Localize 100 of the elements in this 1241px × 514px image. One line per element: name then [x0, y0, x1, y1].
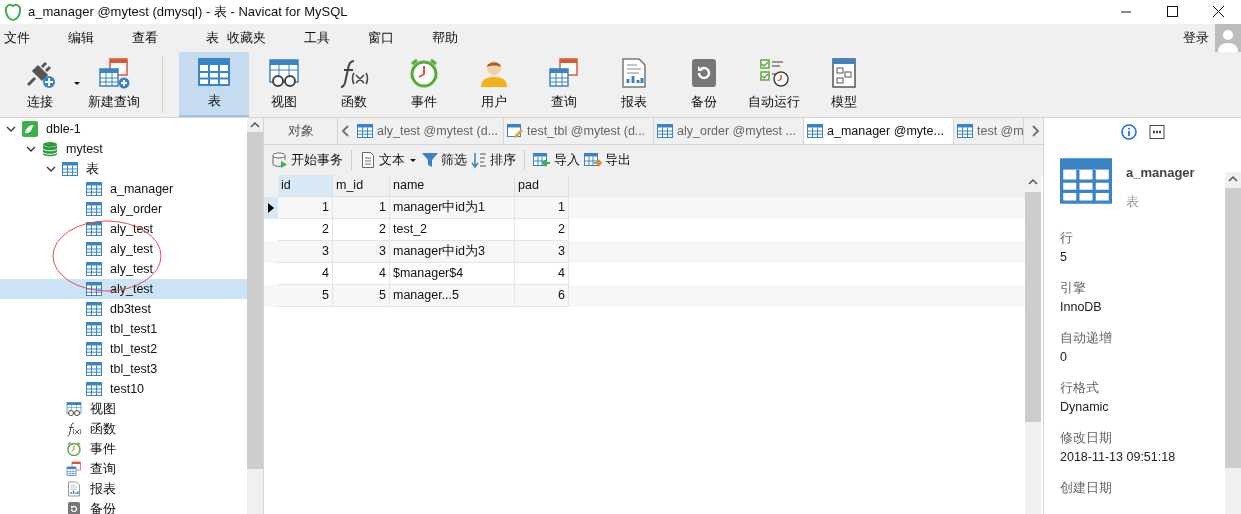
table-export-icon [584, 152, 602, 168]
scrollbar-thumb[interactable] [1025, 192, 1041, 422]
window-title: a_manager @mytest (dmysql) - 表 - Navicat for MySQL [28, 3, 348, 22]
table-icon [86, 341, 102, 357]
current-row-icon [268, 203, 274, 213]
tree-item[interactable]: tbl_test3 [0, 359, 247, 379]
tree-item[interactable]: aly_test [0, 259, 247, 279]
tree-item[interactable]: aly_test [0, 219, 247, 239]
property-label: 自动递增 [1060, 329, 1113, 348]
tree-item[interactable]: 报表 [0, 479, 247, 499]
tree-item[interactable]: mytest [0, 139, 247, 159]
alarm-clock-icon [66, 441, 82, 457]
tree-item[interactable]: test10 [0, 379, 247, 399]
database-play-icon [272, 152, 288, 168]
query-icon [98, 57, 130, 90]
document-icon [360, 152, 376, 168]
property-label: 创建日期 [1060, 479, 1113, 498]
tree-item[interactable]: aly_test [0, 279, 247, 299]
table-cell: manager...5 [390, 285, 515, 307]
tree-item[interactable]: aly_order [0, 199, 247, 219]
toolbar-button[interactable]: 用户 [459, 52, 529, 117]
property-value: 5 [1060, 249, 1068, 267]
tree-item[interactable]: 视图 [0, 399, 247, 419]
table-icon [957, 123, 973, 139]
report-icon [66, 481, 82, 497]
toolbar-button[interactable]: 报表 [599, 52, 669, 117]
document-tab[interactable]: test @m [954, 118, 1024, 144]
action-button[interactable]: 导出 [582, 150, 633, 170]
toolbar-button[interactable]: 事件 [389, 52, 459, 117]
menu-item[interactable]: 表 [202, 28, 223, 48]
action-button[interactable]: 排序 [469, 150, 518, 170]
info-icon[interactable] [1120, 123, 1137, 140]
property-label: 引擎 [1060, 279, 1087, 298]
menu-item[interactable]: 帮助 [428, 28, 462, 48]
tree-item[interactable]: 查询 [0, 459, 247, 479]
toolbar-button[interactable]: 视图 [249, 52, 319, 117]
table-icon [86, 361, 102, 377]
tree-item[interactable]: tbl_test1 [0, 319, 247, 339]
tree-item[interactable]: 函数 [0, 419, 247, 439]
menu-item[interactable]: 窗口 [364, 28, 398, 48]
menu-item[interactable]: 工具 [300, 28, 334, 48]
table-icon [86, 301, 102, 317]
query-icon [66, 461, 82, 477]
connection-icon [22, 121, 38, 137]
table-icon [86, 181, 102, 197]
table-icon [86, 261, 102, 277]
toolbar-button[interactable]: 备份 [669, 52, 739, 117]
menu-item[interactable]: 查看 [128, 28, 162, 48]
table-import-icon [533, 152, 551, 168]
action-button[interactable]: 开始事务 [270, 150, 345, 170]
row-indicator[interactable] [264, 197, 278, 219]
action-button[interactable]: 导入 [531, 150, 582, 170]
objects-tab[interactable]: 对象 [264, 118, 338, 144]
toolbar-button[interactable]: 自动运行 [739, 52, 809, 117]
toolbar-button[interactable]: 查询 [529, 52, 599, 117]
tree-item[interactable]: 事件 [0, 439, 247, 459]
sort-icon [471, 152, 487, 168]
action-button[interactable]: 筛选 [420, 150, 469, 170]
tree-item[interactable]: 备份 [0, 499, 247, 514]
toolbar-button[interactable]: 函数 [319, 52, 389, 117]
function-icon [338, 57, 370, 90]
document-tab[interactable]: test_tbl @mytest (d... [504, 118, 654, 144]
menu-item[interactable]: 文件 [0, 28, 34, 48]
property-value: InnoDB [1060, 299, 1103, 317]
toolbar-button[interactable]: 新建查询 [82, 52, 146, 117]
document-tab[interactable]: aly_order @mytest ... [654, 118, 804, 144]
document-tab[interactable]: a_manager @myte... [804, 118, 954, 144]
view-icon [268, 57, 300, 90]
scrollbar-thumb[interactable] [247, 132, 263, 469]
document-tab[interactable]: aly_test @mytest (d... [354, 118, 504, 144]
login-link[interactable]: 登录 [1183, 28, 1209, 48]
table-cell: 5 [278, 285, 333, 307]
menu-item[interactable]: 收藏夹 [223, 28, 270, 48]
tree-item[interactable]: db3test [0, 299, 247, 319]
tree-item[interactable]: a_manager [0, 179, 247, 199]
property-value: 0 [1060, 349, 1068, 367]
toolbar-button[interactable]: 连接 [8, 52, 72, 117]
table-icon [86, 321, 102, 337]
database-icon [42, 141, 58, 157]
toolbar-button[interactable]: 模型 [809, 52, 879, 117]
scrollbar-thumb[interactable] [1225, 188, 1241, 468]
table-icon [807, 123, 823, 139]
toolbar-button[interactable]: 表 [179, 52, 249, 117]
tree-item[interactable]: tbl_test2 [0, 339, 247, 359]
column-header[interactable]: id [278, 175, 333, 197]
action-button[interactable]: 文本 [358, 150, 420, 170]
table-icon [86, 241, 102, 257]
property-value: Dynamic [1060, 399, 1110, 417]
table-icon [86, 201, 102, 217]
menu-item[interactable]: 编辑 [64, 28, 98, 48]
table-pencil-icon [507, 123, 523, 139]
app-logo-icon [4, 3, 22, 21]
tree-item[interactable]: aly_test [0, 239, 247, 259]
table-icon [657, 123, 673, 139]
tree-item[interactable]: dble-1 [0, 119, 247, 139]
table-icon [357, 123, 373, 139]
filter-icon [422, 152, 438, 168]
query-icon [548, 57, 580, 90]
property-label: 行 [1060, 229, 1074, 248]
tree-item[interactable]: 表 [0, 159, 247, 179]
